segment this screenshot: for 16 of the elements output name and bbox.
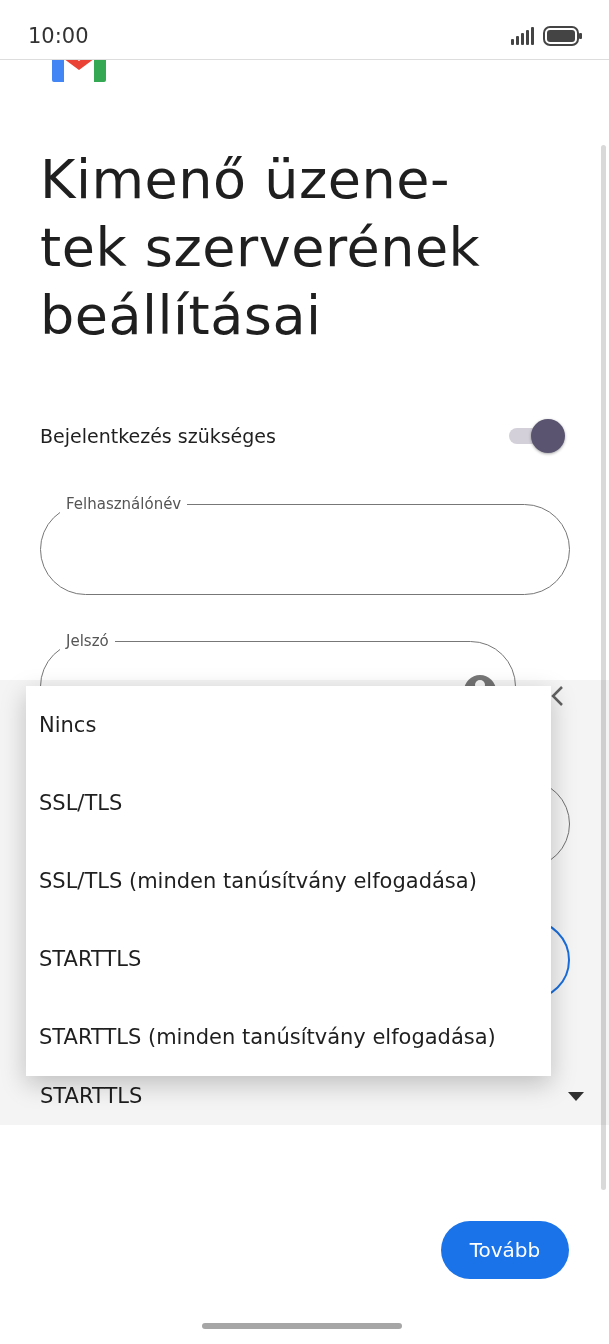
menu-item[interactable]: STARTTLS xyxy=(26,920,551,998)
page-title: Kimenő üzene- tek szerverének beállításai xyxy=(40,147,482,349)
next-button[interactable]: Tovább xyxy=(441,1221,569,1279)
field-label: Felhasználónév xyxy=(60,494,188,514)
menu-item[interactable]: STARTTLS (minden tanúsítvány elfogadása) xyxy=(26,998,551,1076)
menu-item[interactable]: SSL/TLS xyxy=(26,764,551,842)
field-label: Jelszó xyxy=(60,631,115,651)
menu-item[interactable]: SSL/TLS (minden tanúsítvány elfogadása) xyxy=(26,842,551,920)
toggle-label: Bejelentkezés szükséges xyxy=(40,425,276,447)
signal-icon xyxy=(511,26,535,45)
security-dropdown[interactable]: STARTTLS xyxy=(40,1080,584,1112)
clock: 10:00 xyxy=(28,23,89,48)
battery-icon xyxy=(543,25,583,46)
dropdown-arrow-icon xyxy=(568,1091,584,1101)
login-toggle[interactable] xyxy=(509,419,565,453)
chevron-icon[interactable] xyxy=(550,685,564,707)
